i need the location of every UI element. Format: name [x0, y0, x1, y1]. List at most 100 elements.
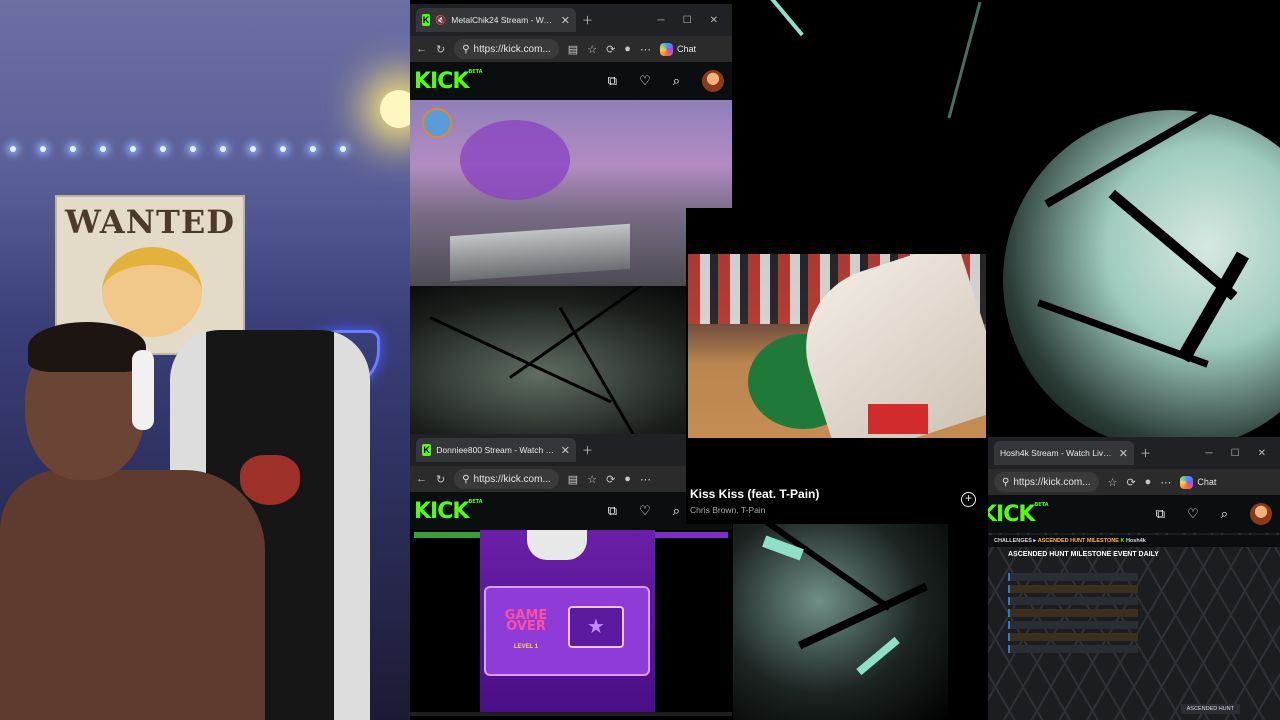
url-field[interactable]: ⚲ https://kick.com... [994, 472, 1099, 492]
hud-indicator [422, 108, 452, 138]
challenge-row [1008, 573, 1138, 581]
speaker-mute-icon[interactable]: 🔇 [435, 15, 446, 26]
copilot-icon [1180, 475, 1194, 489]
kick-logo[interactable]: KICKBETA [988, 502, 1049, 527]
heart-icon[interactable]: ♡ [639, 73, 651, 89]
star-icon[interactable]: ☆ [587, 473, 597, 486]
back-arrow-icon[interactable]: ← [416, 473, 427, 485]
chat-label: Chat [676, 44, 696, 54]
game-screen: GAME OVER LEVEL 1 ★ [480, 530, 655, 712]
reader-icon[interactable]: ▤ [568, 43, 578, 56]
challenge-row [1008, 609, 1138, 617]
site-info-icon[interactable]: ⚲ [462, 44, 469, 55]
avatar[interactable] [1250, 503, 1272, 525]
chair-logo [240, 455, 300, 505]
browser-window-hosh: Hosh4k Stream - Watch Live on Kick ✕ ＋ ─… [988, 437, 1280, 720]
heart-icon[interactable]: ♡ [1187, 506, 1199, 522]
browser-window-metalchik: K 🔇 MetalChik24 Stream - Watch Live on K… [410, 4, 732, 434]
profile-icon[interactable]: ● [624, 473, 631, 485]
artwork-shard [762, 0, 804, 37]
challenge-row [1008, 633, 1138, 641]
reader-icon[interactable]: ▤ [568, 473, 578, 486]
star-badge-icon: ★ [568, 606, 624, 648]
tab-bar: K 🔇 MetalChik24 Stream - Watch Live on K… [410, 4, 732, 36]
streamer-hair [28, 322, 146, 372]
challenges-banner: CHALLENGES ▸ ASCENDED HUNT MILESTONE K H… [988, 535, 1280, 547]
stream-video-donniee[interactable]: GAME OVER LEVEL 1 ★ [410, 530, 732, 712]
kick-header: KICKBETA ⧉ ♡ ⌕ [410, 62, 732, 100]
more-icon[interactable]: ⋯ [1160, 476, 1171, 489]
poster-character [102, 247, 202, 337]
tab-donniee[interactable]: K Donniee800 Stream - Watch Live on Kick… [416, 438, 576, 462]
tab-title: Hosh4k Stream - Watch Live on Kick [1000, 448, 1114, 458]
minimize-icon[interactable]: ─ [1206, 448, 1213, 459]
copilot-icon [659, 42, 673, 56]
profile-icon[interactable]: ● [624, 43, 631, 55]
level-text: LEVEL 1 [513, 644, 539, 650]
copilot-chat-button[interactable]: Chat [1180, 475, 1216, 489]
stream-video-apex[interactable] [410, 100, 732, 286]
heart-icon[interactable]: ♡ [639, 503, 651, 519]
game-over-text: GAME OVER [504, 608, 548, 634]
kick-logo[interactable]: KICKBETA [414, 69, 483, 94]
star-icon[interactable]: ☆ [1108, 476, 1118, 489]
headphones [132, 350, 154, 430]
profile-icon[interactable]: ● [1145, 476, 1152, 488]
url-text: https://kick.com... [473, 43, 551, 55]
new-tab-button[interactable]: ＋ [582, 442, 593, 458]
ghostface-icon [527, 530, 587, 560]
close-tab-icon[interactable]: ✕ [561, 444, 570, 457]
artwork-shard [947, 1, 982, 119]
album-art [688, 254, 986, 438]
avatar[interactable] [702, 70, 724, 92]
address-bar: ← ↻ ⚲ https://kick.com... ▤ ☆ ⟳ ● ⋯ Chat [410, 36, 732, 62]
more-icon[interactable]: ⋯ [640, 43, 651, 56]
extensions-icon[interactable]: ⟳ [1126, 476, 1135, 489]
extensions-icon[interactable]: ⟳ [606, 473, 615, 486]
kick-logo[interactable]: KICKBETA [414, 499, 483, 524]
picture-in-picture-icon[interactable]: ⧉ [608, 503, 617, 519]
site-info-icon[interactable]: ⚲ [462, 474, 469, 485]
url-field[interactable]: ⚲ https://kick.com... [454, 469, 559, 489]
close-window-icon[interactable]: ✕ [1258, 448, 1266, 459]
kick-header: KICKBETA ⧉ ♡ ⌕ [988, 495, 1280, 533]
close-tab-icon[interactable]: ✕ [561, 14, 570, 27]
milestone-title: ASCENDED HUNT MILESTONE EVENT DAILY [1008, 551, 1159, 558]
picture-in-picture-icon[interactable]: ⧉ [608, 73, 617, 89]
challenge-row [1008, 597, 1138, 605]
browser-window-donniee: K Donniee800 Stream - Watch Live on Kick… [410, 434, 732, 716]
stream-video-hosh[interactable]: CHALLENGES ▸ ASCENDED HUNT MILESTONE K H… [988, 533, 1280, 720]
stream-video-manga[interactable] [410, 286, 732, 434]
tab-title: MetalChik24 Stream - Watch Live on Kick [451, 15, 556, 25]
star-icon[interactable]: ☆ [587, 43, 597, 56]
search-icon[interactable]: ⌕ [673, 73, 680, 89]
tab-metalchik[interactable]: K 🔇 MetalChik24 Stream - Watch Live on K… [416, 8, 576, 32]
maximize-icon[interactable]: ☐ [683, 15, 692, 26]
address-bar: ← ↻ ⚲ https://kick.com... ▤ ☆ ⟳ ● ⋯ [410, 466, 732, 492]
search-icon[interactable]: ⌕ [673, 503, 680, 519]
back-arrow-icon[interactable]: ← [416, 43, 427, 55]
address-bar: ⚲ https://kick.com... ☆ ⟳ ● ⋯ Chat [988, 469, 1280, 495]
new-tab-button[interactable]: ＋ [1140, 445, 1151, 461]
refresh-icon[interactable]: ↻ [436, 43, 445, 56]
search-icon[interactable]: ⌕ [1221, 506, 1228, 522]
site-info-icon[interactable]: ⚲ [1002, 477, 1009, 488]
poster-text: WANTED [65, 203, 235, 241]
kick-favicon-icon: K [422, 14, 431, 26]
new-tab-button[interactable]: ＋ [582, 12, 593, 28]
copilot-chat-button[interactable]: Chat [659, 42, 696, 56]
close-tab-icon[interactable]: ✕ [1119, 447, 1128, 460]
maximize-icon[interactable]: ☐ [1231, 448, 1240, 459]
minimize-icon[interactable]: ─ [658, 15, 665, 26]
tab-hosh[interactable]: Hosh4k Stream - Watch Live on Kick ✕ [994, 441, 1134, 465]
extensions-icon[interactable]: ⟳ [606, 43, 615, 56]
close-window-icon[interactable]: ✕ [710, 15, 718, 26]
streamer-body [0, 470, 265, 720]
more-icon[interactable]: ⋯ [640, 473, 651, 486]
url-field[interactable]: ⚲ https://kick.com... [454, 39, 559, 59]
picture-in-picture-icon[interactable]: ⧉ [1156, 506, 1165, 522]
add-circle-icon[interactable]: + [961, 492, 976, 507]
url-text: https://kick.com... [1013, 476, 1091, 488]
desktop: WANTED K 🔇 MetalChik24 Stream - Watch Li… [0, 0, 1280, 720]
refresh-icon[interactable]: ↻ [436, 473, 445, 486]
